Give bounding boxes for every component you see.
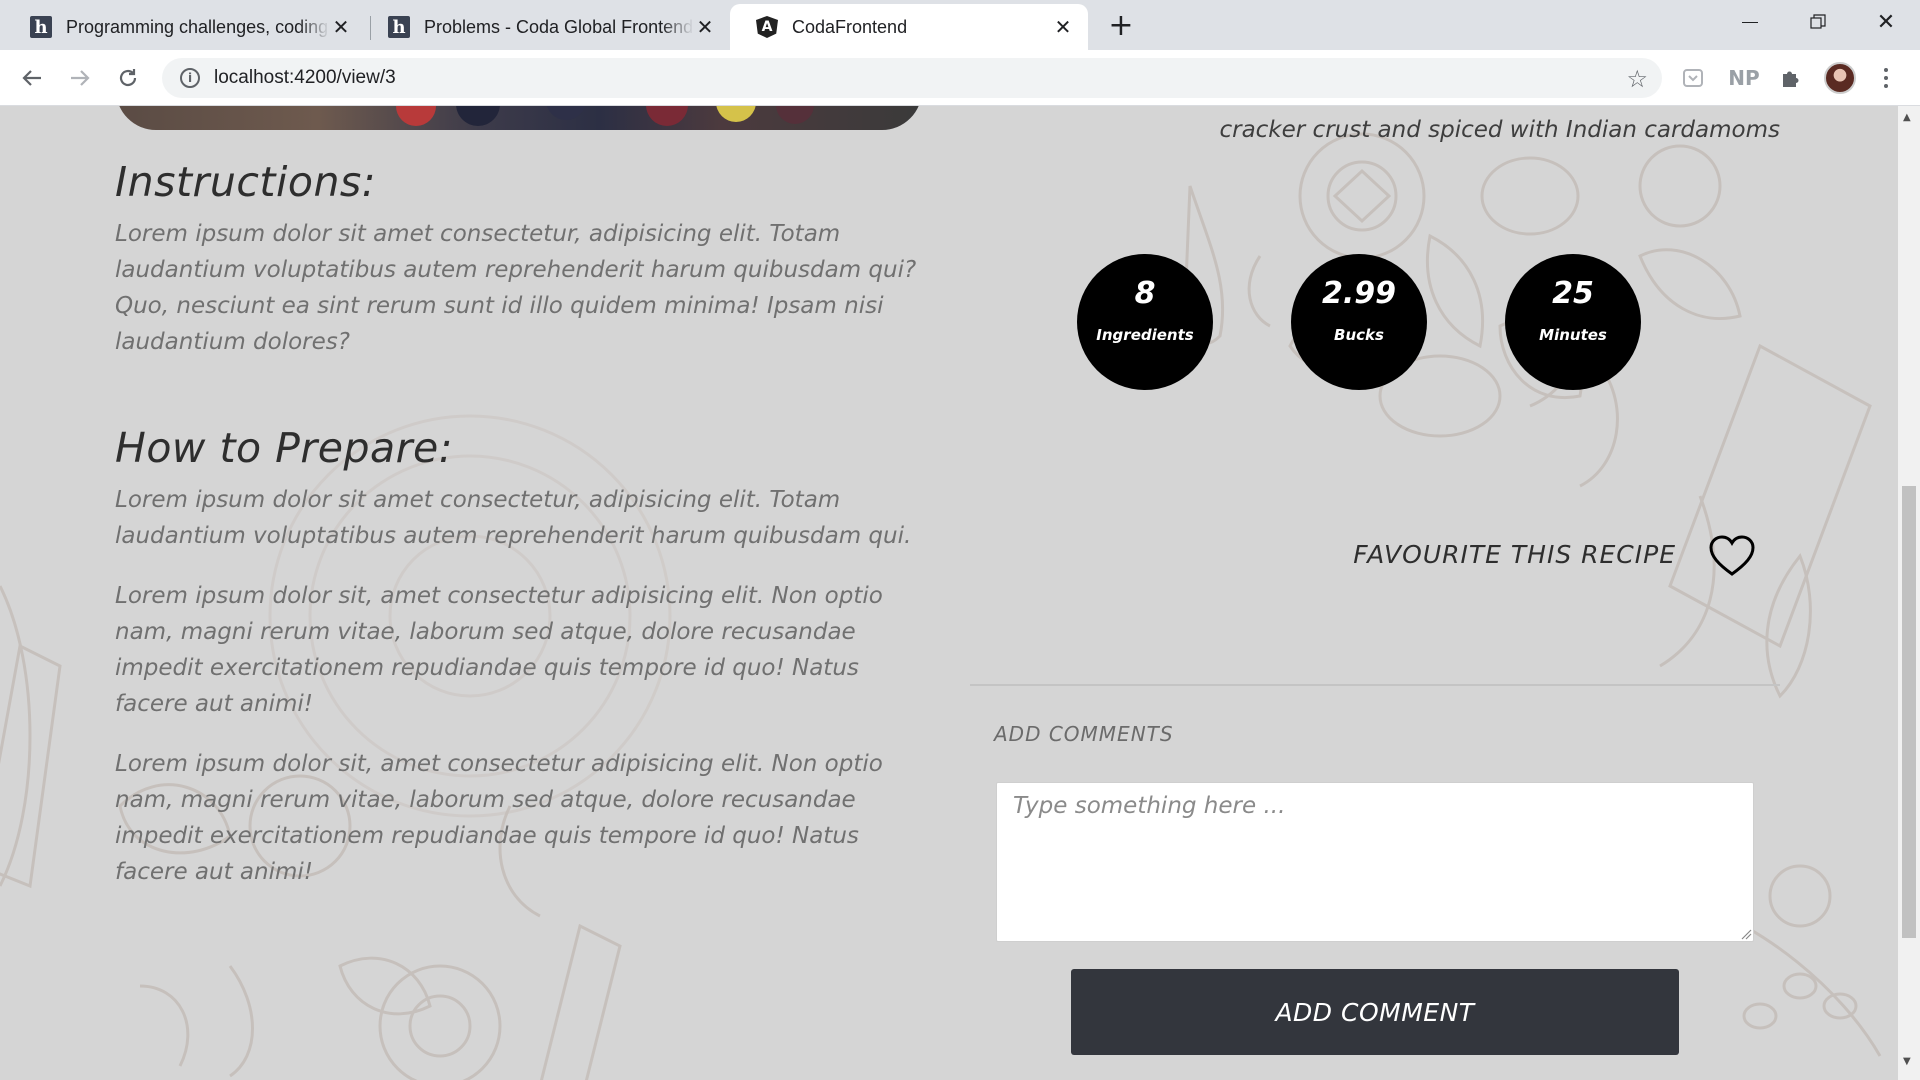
close-tab-icon[interactable]: ✕ (330, 15, 352, 39)
minimize-icon[interactable] (1716, 0, 1784, 44)
close-window-icon[interactable]: ✕ (1852, 0, 1920, 44)
close-tab-icon[interactable]: ✕ (694, 15, 716, 39)
stat-label: Minutes (1539, 326, 1607, 344)
prepare-paragraph: Lorem ipsum dolor sit, amet consectetur … (115, 751, 883, 885)
bookmark-star-icon[interactable]: ☆ (1626, 65, 1648, 93)
tab-title: CodaFrontend (792, 16, 908, 37)
hackerrank-icon: h (388, 16, 410, 38)
stat-value: 25 (1552, 276, 1594, 311)
reload-icon[interactable] (108, 58, 148, 98)
section-divider (970, 684, 1780, 686)
favourite-label: FAVOURITE THIS RECIPE (1353, 540, 1676, 569)
stat-value: 2.99 (1321, 276, 1397, 311)
instructions-text: Lorem ipsum dolor sit amet consectetur, … (115, 221, 917, 355)
instructions-section: Instructions: Lorem ipsum dolor sit amet… (115, 158, 935, 360)
scroll-thumb[interactable] (1902, 486, 1916, 938)
prepare-paragraph: Lorem ipsum dolor sit amet consectetur, … (115, 487, 912, 549)
browser-tab-1[interactable]: h Programming challenges, coding ✕ (4, 4, 366, 50)
stat-price: 2.99 Bucks (1291, 254, 1427, 390)
browser-toolbar: i localhost:4200/view/3 ☆ NP (0, 50, 1920, 106)
prepare-section: How to Prepare: Lorem ipsum dolor sit am… (115, 424, 935, 890)
address-bar[interactable]: i localhost:4200/view/3 ☆ (162, 58, 1662, 98)
tab-strip: h Programming challenges, coding ✕ h Pro… (0, 0, 1920, 50)
puzzle-icon[interactable] (1776, 64, 1806, 92)
stat-label: Ingredients (1096, 326, 1194, 344)
angular-icon: A (756, 16, 778, 38)
stat-ingredients: 8 Ingredients (1077, 254, 1213, 390)
hackerrank-icon: h (30, 16, 52, 38)
np-extension-icon[interactable]: NP (1728, 64, 1760, 92)
close-tab-icon[interactable]: ✕ (1052, 15, 1074, 39)
browser-menu-icon[interactable] (1876, 62, 1896, 94)
add-comment-button[interactable]: ADD COMMENT (1071, 969, 1679, 1055)
new-tab-button[interactable]: + (1102, 6, 1140, 44)
page-scrollbar[interactable]: ▲ ▼ (1898, 106, 1920, 1080)
comment-textarea[interactable] (996, 782, 1754, 942)
browser-tab-2[interactable]: h Problems - Coda Global Frontend ✕ (362, 4, 730, 50)
recipe-hero-image (116, 106, 922, 130)
scroll-up-icon[interactable]: ▲ (1903, 112, 1911, 123)
forward-icon[interactable] (60, 58, 100, 98)
restore-icon[interactable] (1784, 0, 1852, 44)
resize-grip-icon[interactable] (1740, 928, 1752, 940)
add-comments-label: ADD COMMENTS (994, 722, 1174, 746)
back-icon[interactable] (12, 58, 52, 98)
site-info-icon[interactable]: i (180, 68, 200, 88)
prepare-heading: How to Prepare: (115, 424, 454, 472)
heart-icon[interactable] (1708, 534, 1756, 578)
stat-label: Bucks (1334, 326, 1384, 344)
recipe-description: A delectable, semi-sweet New York Style … (992, 106, 1780, 143)
tab-title: Programming challenges, coding (66, 16, 329, 37)
tab-title: Problems - Coda Global Frontend (424, 16, 694, 37)
prepare-paragraph: Lorem ipsum dolor sit, amet consectetur … (115, 583, 883, 717)
profile-avatar[interactable] (1824, 62, 1856, 94)
stat-time: 25 Minutes (1505, 254, 1641, 390)
page-viewport: A delectable, semi-sweet New York Style … (0, 106, 1898, 1080)
stat-value: 8 (1134, 276, 1156, 311)
url-text[interactable]: localhost:4200/view/3 (214, 67, 396, 89)
scroll-down-icon[interactable]: ▼ (1903, 1056, 1911, 1067)
browser-tab-3-active[interactable]: A CodaFrontend ✕ (730, 4, 1088, 50)
pocket-icon[interactable] (1678, 64, 1708, 92)
instructions-heading: Instructions: (115, 158, 377, 206)
